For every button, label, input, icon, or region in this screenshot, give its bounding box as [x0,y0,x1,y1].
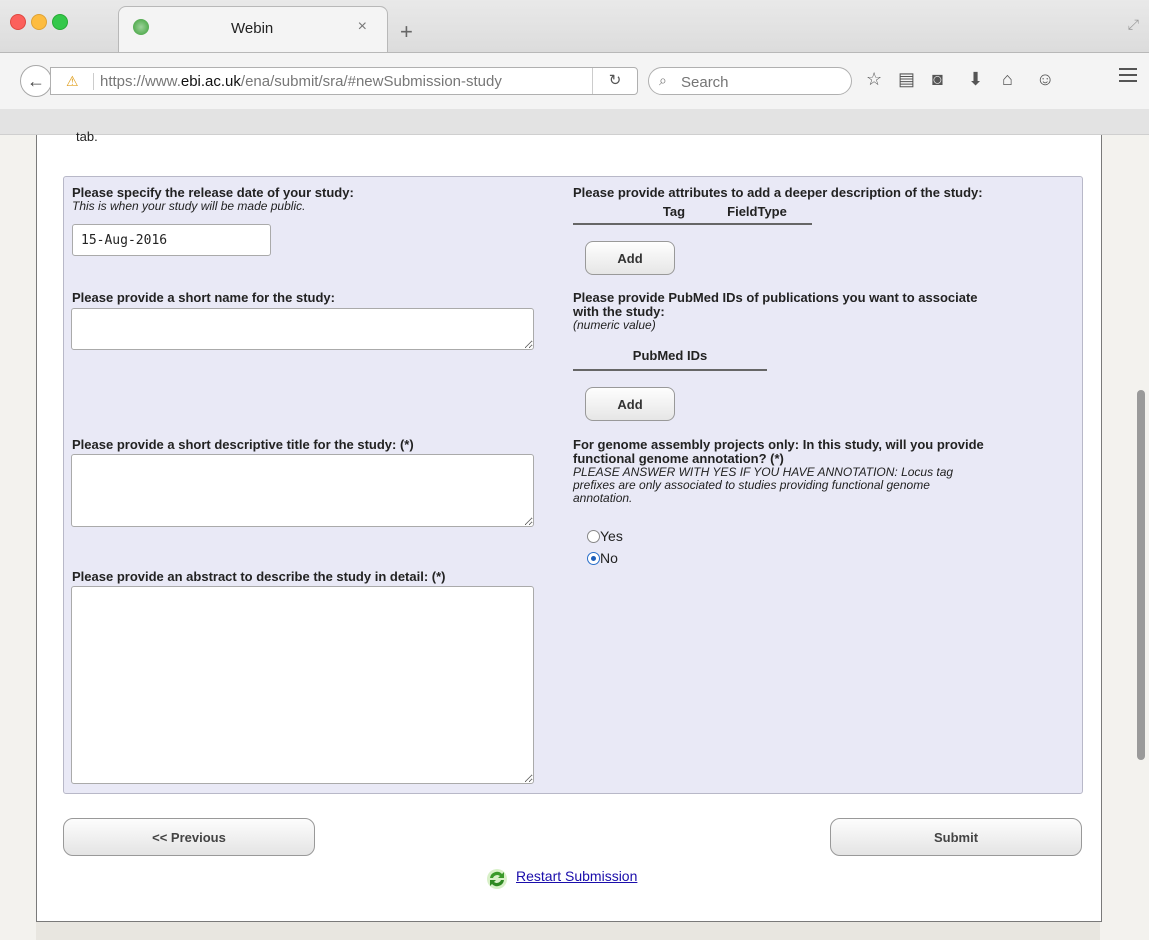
truncated-text: tab. [76,129,98,144]
url-path: /ena/submit/sra/#newSubmission-study [240,73,502,90]
url-text[interactable]: https://www.ebi.ac.uk/ena/submit/sra/#ne… [93,73,570,90]
annotation-hint-line3: annotation. [573,491,633,505]
release-date-input[interactable] [72,224,271,256]
radio-yes[interactable] [587,530,600,543]
search-icon: ⌕ [659,72,667,88]
browser-tab[interactable]: Webin × [118,6,388,52]
toolbar-strip [0,109,1149,135]
add-pubmed-button[interactable]: Add [585,387,675,421]
tab-close-icon[interactable]: × [358,18,367,36]
close-window-button[interactable] [10,14,26,30]
annotation-option-no[interactable]: No [587,550,618,566]
add-attribute-button[interactable]: Add [585,241,675,275]
new-tab-button[interactable]: + [400,21,413,43]
attributes-label: Please provide attributes to add a deepe… [573,185,983,200]
zoom-window-button[interactable] [52,14,68,30]
url-domain: ebi.ac.uk [180,73,241,90]
pubmed-hint: (numeric value) [573,318,656,332]
tab-title: Webin [231,20,274,37]
release-date-label: Please specify the release date of your … [72,185,354,200]
warning-lock-icon[interactable]: ⚠ [66,73,79,90]
short-name-label: Please provide a short name for the stud… [72,290,335,305]
home-icon[interactable]: ⌂ [1002,69,1013,90]
abstract-label: Please provide an abstract to describe t… [72,569,446,584]
navigation-bar: ← ⚠ https://www.ebi.ac.uk/ena/submit/sra… [0,53,1149,109]
minimize-window-button[interactable] [31,14,47,30]
annotation-label-line1: For genome assembly projects only: In th… [573,437,984,452]
radio-no-label: No [600,550,618,566]
site-favicon-icon [133,19,149,35]
refresh-icon[interactable] [486,868,508,890]
title-label: Please provide a short descriptive title… [72,437,414,452]
reload-icon[interactable]: ↻ [592,68,637,94]
restart-submission-link[interactable]: Restart Submission [516,868,637,884]
download-icon[interactable]: ⬇ [968,69,983,90]
fullscreen-icon[interactable]: ⤢ [1128,16,1139,33]
annotation-option-yes[interactable]: Yes [587,528,623,544]
pubmed-label-line2: with the study: [573,304,665,319]
browser-titlebar: Webin × + ⤢ [0,0,1149,53]
radio-yes-label: Yes [600,528,623,544]
annotation-label-line2: functional genome annotation? (*) [573,451,784,466]
submit-button[interactable]: Submit [830,818,1082,856]
attributes-column-fieldtype: FieldType [727,204,787,219]
page-footer-strip [36,922,1100,940]
study-form-panel: Please specify the release date of your … [63,176,1083,794]
search-input[interactable] [679,71,843,93]
title-field[interactable] [71,454,534,527]
address-bar[interactable]: ⚠ https://www.ebi.ac.uk/ena/submit/sra/#… [50,67,638,95]
search-bar[interactable]: ⌕ [648,67,852,95]
chat-icon[interactable]: ☺ [1036,69,1054,90]
attributes-header-rule [573,223,812,225]
short-name-field[interactable] [71,308,534,350]
pubmed-label-line1: Please provide PubMed IDs of publication… [573,290,978,305]
release-date-hint: This is when your study will be made pub… [72,199,306,213]
reader-icon[interactable]: ▤ [898,69,915,90]
abstract-field[interactable] [71,586,534,784]
pubmed-column: PubMed IDs [632,348,708,363]
star-icon[interactable]: ☆ [866,69,882,90]
previous-button[interactable]: << Previous [63,818,315,856]
back-arrow-icon[interactable]: ← [20,65,52,97]
scrollbar-thumb[interactable] [1137,390,1145,760]
menu-icon[interactable] [1119,68,1137,86]
attributes-column-tag: Tag [662,204,686,219]
url-prefix: https://www. [100,73,181,90]
pocket-icon[interactable]: ◙ [932,69,943,90]
radio-no-selected[interactable] [587,552,600,565]
pubmed-header-rule [573,369,767,371]
